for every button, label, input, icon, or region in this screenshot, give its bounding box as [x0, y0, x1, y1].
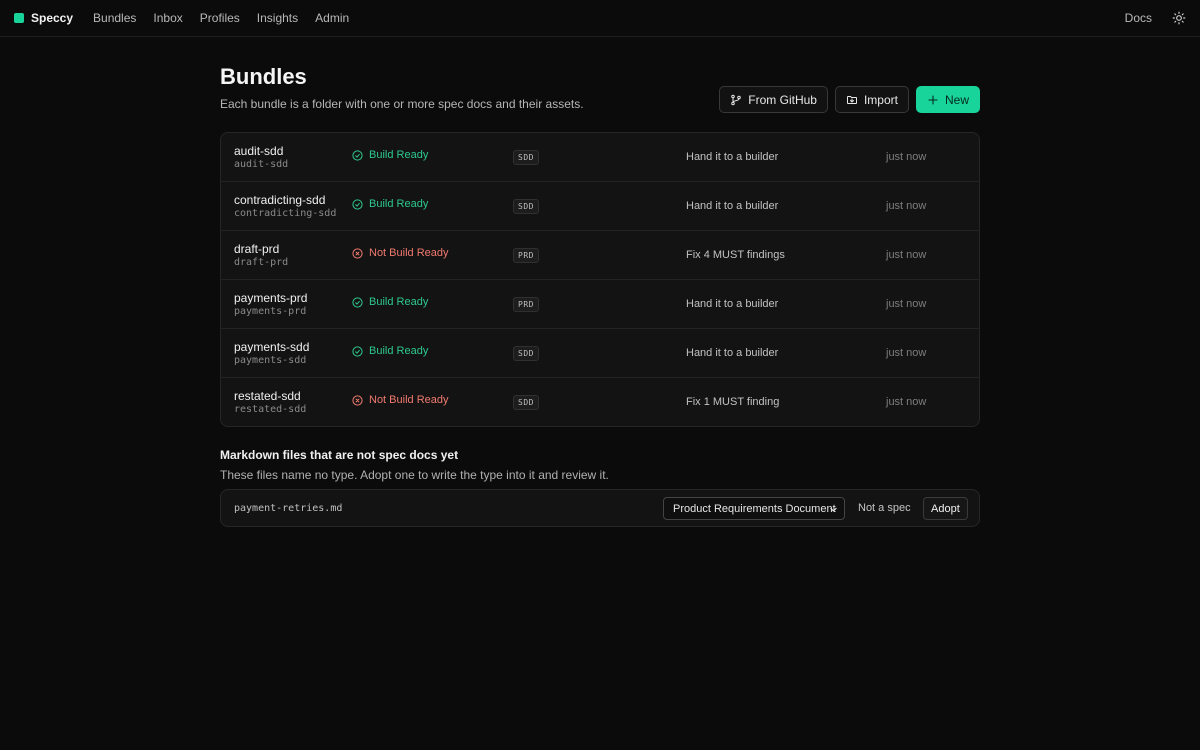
untyped-section-subtitle: These files name no type. Adopt one to w…	[220, 468, 609, 482]
next-action: Hand it to a builder	[686, 200, 779, 212]
updated-time: just now	[886, 298, 927, 310]
doc-type-selected-value: Product Requirements Document	[673, 502, 836, 515]
import-button[interactable]: Import	[834, 86, 909, 113]
type-badge: SDD	[513, 199, 539, 214]
status-label: Build Ready	[369, 198, 429, 210]
updated-time: just now	[886, 396, 927, 408]
doc-type-select[interactable]: Product Requirements Document	[663, 497, 845, 520]
updated-time: just now	[886, 200, 927, 212]
sun-icon	[1172, 11, 1186, 25]
bundle-name[interactable]: payments-prd	[234, 291, 307, 305]
file-name: payment-retries.md	[234, 503, 343, 514]
plus-icon	[928, 94, 938, 105]
updated-time: just now	[886, 347, 927, 359]
bundle-name[interactable]: audit-sdd	[234, 144, 283, 158]
check-circle-icon	[352, 198, 363, 210]
new-bundle-label: New	[944, 92, 969, 107]
type-badge: PRD	[513, 248, 539, 263]
main-content: Bundles Each bundle is a folder with one…	[220, 0, 980, 527]
untyped-file-row: payment-retries.md Product Requirements …	[220, 489, 980, 527]
import-label: Import	[863, 92, 898, 107]
status-label: Not Build Ready	[369, 394, 449, 406]
new-bundle-button[interactable]: New	[915, 86, 980, 113]
page-title: Bundles	[220, 64, 307, 89]
chevron-down-icon	[830, 507, 837, 512]
bundle-slug: payments-prd	[234, 306, 307, 317]
updated-time: just now	[886, 151, 927, 163]
type-badge: SDD	[513, 150, 539, 165]
table-row[interactable]: payments-prd payments-prd Build Ready PR…	[221, 280, 979, 329]
type-badge: PRD	[513, 297, 539, 312]
table-row[interactable]: draft-prd draft-prd Not Build Ready PRD …	[221, 231, 979, 280]
not-a-spec-button[interactable]: Not a spec	[858, 502, 911, 514]
bundle-slug: draft-prd	[234, 257, 289, 268]
from-github-button[interactable]: From GitHub	[719, 86, 828, 113]
from-github-label: From GitHub	[748, 92, 817, 107]
check-circle-icon	[352, 345, 363, 357]
bundle-slug: payments-sdd	[234, 355, 307, 366]
bundle-name[interactable]: restated-sdd	[234, 389, 301, 403]
adopt-button[interactable]: Adopt	[923, 497, 968, 520]
status-badge: Build Ready	[352, 296, 428, 308]
nav-item-inbox[interactable]: Inbox	[153, 11, 182, 25]
page-header: Bundles Each bundle is a folder with one…	[220, 0, 980, 132]
untyped-section-title: Markdown files that are not spec docs ye…	[220, 448, 459, 462]
bundle-name[interactable]: contradicting-sdd	[234, 193, 325, 207]
status-badge: Build Ready	[352, 198, 428, 210]
table-row[interactable]: audit-sdd audit-sdd Build Ready SDD Hand…	[221, 133, 979, 182]
bundle-name[interactable]: draft-prd	[234, 242, 279, 256]
x-circle-icon	[352, 394, 363, 406]
nav-item-bundles[interactable]: Bundles	[93, 11, 136, 25]
x-circle-icon	[352, 247, 363, 259]
page-subtitle: Each bundle is a folder with one or more…	[220, 97, 584, 111]
top-right-controls: Docs	[1125, 11, 1186, 25]
status-badge: Build Ready	[352, 149, 428, 161]
header-actions: From GitHub Import New	[719, 86, 980, 113]
type-badge: SDD	[513, 346, 539, 361]
brand[interactable]: Speccy	[14, 11, 73, 25]
theme-toggle-button[interactable]	[1172, 11, 1186, 25]
next-action: Fix 1 MUST finding	[686, 396, 780, 408]
updated-time: just now	[886, 249, 927, 261]
next-action: Hand it to a builder	[686, 298, 779, 310]
brand-logo-icon	[14, 13, 24, 23]
bundle-slug: contradicting-sdd	[234, 208, 337, 219]
check-circle-icon	[352, 149, 363, 161]
status-label: Build Ready	[369, 149, 429, 161]
brand-name: Speccy	[31, 11, 74, 25]
next-action: Hand it to a builder	[686, 347, 779, 359]
check-circle-icon	[352, 296, 363, 308]
next-action: Fix 4 MUST findings	[686, 249, 785, 261]
table-row[interactable]: payments-sdd payments-sdd Build Ready SD…	[221, 329, 979, 378]
status-badge: Not Build Ready	[352, 247, 449, 259]
bundles-table: audit-sdd audit-sdd Build Ready SDD Hand…	[220, 132, 980, 427]
table-row[interactable]: restated-sdd restated-sdd Not Build Read…	[221, 378, 979, 426]
next-action: Hand it to a builder	[686, 151, 779, 163]
status-label: Not Build Ready	[369, 247, 449, 259]
status-badge: Build Ready	[352, 345, 428, 357]
status-label: Build Ready	[369, 296, 429, 308]
status-badge: Not Build Ready	[352, 394, 449, 406]
type-badge: SDD	[513, 395, 539, 410]
git-branch-icon	[731, 94, 742, 105]
status-label: Build Ready	[369, 345, 429, 357]
bundle-slug: audit-sdd	[234, 159, 289, 170]
docs-link[interactable]: Docs	[1125, 11, 1152, 25]
folder-import-icon	[846, 95, 857, 104]
bundle-name[interactable]: payments-sdd	[234, 340, 309, 354]
table-row[interactable]: contradicting-sdd contradicting-sdd Buil…	[221, 182, 979, 231]
bundle-slug: restated-sdd	[234, 404, 307, 415]
